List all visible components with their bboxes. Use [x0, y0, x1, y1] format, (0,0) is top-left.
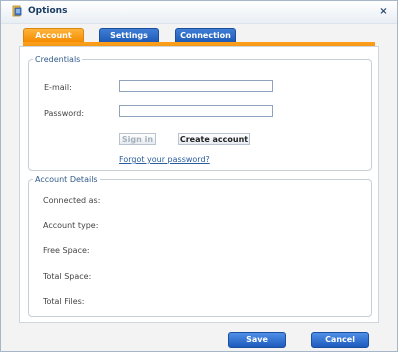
tab-connection[interactable]: Connection	[175, 28, 236, 43]
options-window: Options × Account Settings Connection Cr…	[0, 0, 398, 352]
cancel-button[interactable]: Cancel	[311, 332, 369, 348]
credentials-group: Credentials E-mail: Password: Sign in Cr…	[28, 55, 372, 171]
credentials-legend: Credentials	[35, 55, 81, 64]
save-button[interactable]: Save	[228, 332, 286, 348]
password-label: Password:	[44, 109, 85, 118]
create-account-button[interactable]: Create account	[178, 133, 250, 145]
free-space-label: Free Space:	[43, 246, 90, 255]
title-bar: Options ×	[1, 1, 397, 24]
options-app-icon	[12, 5, 22, 17]
sign-in-button[interactable]: Sign in	[119, 133, 156, 145]
tab-settings[interactable]: Settings	[99, 28, 159, 43]
email-label: E-mail:	[44, 83, 72, 92]
account-details-group: Account Details Connected as: Account ty…	[28, 175, 372, 317]
forgot-password-link[interactable]: Forgot your password?	[119, 155, 210, 164]
connected-as-label: Connected as:	[43, 196, 101, 205]
account-panel: Credentials E-mail: Password: Sign in Cr…	[19, 46, 379, 323]
password-field[interactable]	[119, 105, 273, 117]
email-field[interactable]	[119, 80, 273, 92]
account-type-label: Account type:	[43, 221, 99, 230]
close-icon[interactable]: ×	[378, 6, 389, 17]
total-files-label: Total Files:	[43, 297, 85, 306]
tab-account[interactable]: Account	[23, 28, 84, 43]
total-space-label: Total Space:	[43, 272, 92, 281]
window-title: Options	[28, 6, 68, 16]
account-details-legend: Account Details	[35, 175, 98, 184]
